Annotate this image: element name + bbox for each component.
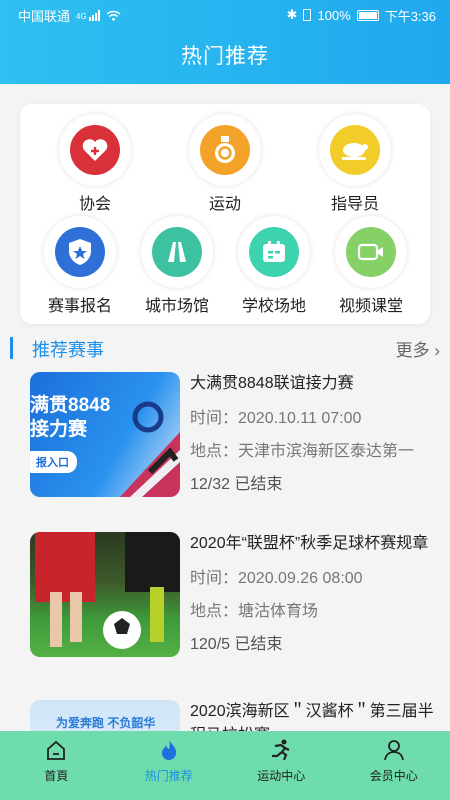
event-title: 大满贯8848联谊接力赛 — [190, 375, 354, 392]
event-item[interactable]: 2020年“联盟杯”秋季足球杯赛规章 时间：2020.09.26 08:00 地… — [30, 532, 440, 662]
road-icon — [152, 227, 202, 277]
category-grid: 协会 运动 指导员 赛事报名 城市场馆 学校场地 视频课堂 — [20, 104, 430, 324]
category-sport[interactable]: 运动 — [180, 114, 270, 214]
category-city-venue[interactable]: 城市场馆 — [132, 216, 222, 316]
shield-star-icon — [55, 227, 105, 277]
network-label: 4G — [76, 11, 87, 21]
category-label: 视频课堂 — [338, 298, 403, 315]
tab-label: 会员中心 — [369, 769, 418, 783]
category-school-field[interactable]: 学校场地 — [229, 216, 319, 316]
user-icon — [383, 740, 404, 761]
vibrate-icon — [303, 9, 312, 21]
event-place: 地点：天津市滨海新区泰达第一 — [190, 443, 415, 460]
category-label: 学校场地 — [241, 298, 306, 315]
video-icon — [346, 227, 396, 277]
poster-enter-button: 报入口 — [30, 451, 77, 473]
category-label: 协会 — [78, 196, 111, 213]
category-instructor[interactable]: 指导员 — [310, 114, 400, 214]
clock: 下午3:36 — [384, 8, 436, 24]
category-event-signup[interactable]: 赛事报名 — [35, 216, 125, 316]
event-count: 12/32 已结束 — [190, 476, 283, 493]
section-title: 推荐赛事 — [32, 340, 104, 360]
event-count: 120/5 已结束 — [190, 636, 283, 653]
event-thumbnail: 满贯8848 接力赛 报入口 — [30, 372, 180, 497]
category-label: 指导员 — [330, 196, 379, 213]
bluetooth-icon: ✱ — [286, 7, 298, 22]
event-thumbnail — [30, 532, 180, 657]
battery-icon — [356, 9, 379, 21]
tab-label: 热门推荐 — [144, 769, 193, 783]
poster-slogan: 为爱奔跑 不负韶华 — [56, 716, 156, 730]
battery-percent: 100% — [317, 7, 351, 23]
signal-icon — [88, 9, 100, 21]
category-label: 赛事报名 — [47, 298, 112, 315]
tab-home[interactable]: 首頁 — [0, 731, 113, 800]
category-label: 城市场馆 — [144, 298, 209, 315]
flame-icon — [161, 740, 176, 760]
section-header: 推荐赛事 更多 › — [10, 334, 440, 362]
calendar-icon — [249, 227, 299, 277]
category-label: 运动 — [208, 196, 241, 213]
tab-sport-center[interactable]: 运动中心 — [225, 731, 338, 800]
page-title: 热门推荐 — [181, 45, 269, 68]
event-time: 时间：2020.09.26 08:00 — [190, 570, 363, 587]
medal-icon — [200, 125, 250, 175]
wifi-icon — [106, 10, 121, 21]
section-accent — [10, 337, 13, 359]
more-link[interactable]: 更多 › — [396, 336, 440, 361]
chevron-right-icon: › — [434, 341, 440, 360]
event-item[interactable]: 满贯8848 接力赛 报入口 大满贯8848联谊接力赛 时间：2020.10.1… — [30, 372, 440, 502]
tab-hot[interactable]: 热门推荐 — [113, 731, 226, 800]
chicken-icon — [330, 125, 380, 175]
category-video-class[interactable]: 视频课堂 — [326, 216, 416, 316]
heart-plus-icon — [70, 125, 120, 175]
poster-subline: 接力赛 — [30, 419, 88, 440]
poster-headline: 满贯8848 — [30, 395, 111, 416]
tab-label: 运动中心 — [257, 769, 306, 783]
event-time: 时间：2020.10.11 07:00 — [190, 410, 362, 427]
tab-member-center[interactable]: 会员中心 — [338, 731, 450, 800]
tab-label: 首頁 — [44, 769, 69, 783]
carrier-label: 中国联通 — [18, 8, 71, 24]
bottom-tab-bar: 首頁 热门推荐 运动中心 会员中心 — [0, 731, 450, 800]
status-bar: 中国联通 4G ✱ 100% 下午3:36 — [0, 0, 450, 30]
runner-icon — [272, 739, 290, 761]
app-header: 中国联通 4G ✱ 100% 下午3:36 热门推荐 — [0, 0, 450, 84]
event-title: 2020年“联盟杯”秋季足球杯赛规章 — [190, 535, 429, 552]
football-photo — [35, 532, 180, 649]
home-icon — [47, 740, 66, 760]
event-place: 地点：塘沽体育场 — [190, 603, 319, 620]
category-association[interactable]: 协会 — [50, 114, 140, 214]
